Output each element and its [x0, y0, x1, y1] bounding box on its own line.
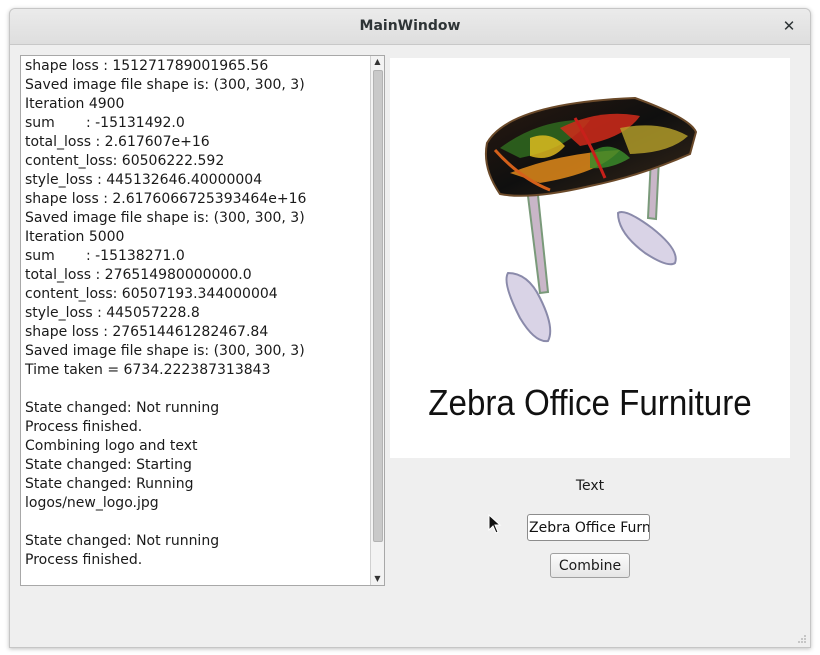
log-output[interactable]: shape loss : 151271789001965.56 Saved im…: [20, 55, 385, 586]
window-title: MainWindow: [359, 18, 461, 34]
log-scrollbar[interactable]: ▲ ▼: [370, 56, 384, 585]
desk-logo-image: [484, 96, 698, 343]
combine-button[interactable]: Combine: [550, 553, 630, 578]
main-window: MainWindow ✕ shape loss : 15127178900196…: [9, 8, 811, 648]
scroll-down-icon[interactable]: ▼: [371, 573, 384, 585]
title-bar[interactable]: MainWindow ✕: [10, 9, 810, 45]
text-label: Text: [575, 478, 605, 494]
close-icon[interactable]: ✕: [778, 15, 800, 37]
scroll-up-icon[interactable]: ▲: [371, 56, 384, 68]
logo-caption: Zebra Office Furniture: [428, 382, 752, 423]
scrollbar-thumb[interactable]: [373, 70, 383, 542]
logo-preview: Zebra Office Furniture: [390, 58, 790, 458]
logo-text-input[interactable]: [527, 514, 650, 541]
resize-grip-icon[interactable]: [797, 634, 807, 644]
log-text: shape loss : 151271789001965.56 Saved im…: [25, 58, 307, 568]
mouse-cursor-icon: [488, 514, 502, 534]
